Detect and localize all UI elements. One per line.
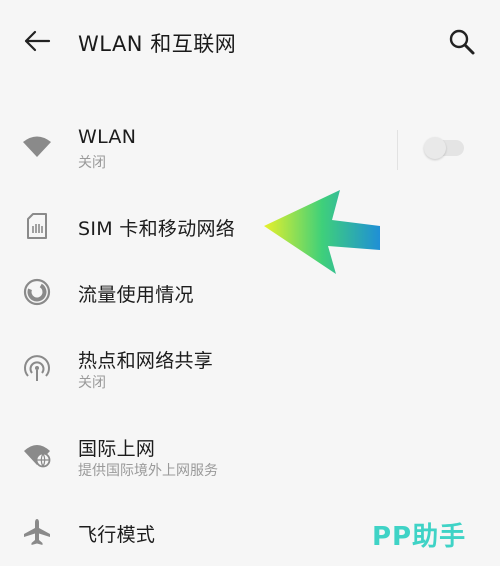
arrow-left-icon	[24, 30, 51, 52]
setting-subtitle: 关闭	[78, 155, 106, 171]
setting-row-sim[interactable]: SIM 卡和移动网络	[0, 200, 500, 252]
setting-row-international[interactable]: 国际上网 提供国际境外上网服务	[0, 426, 500, 486]
sim-card-icon	[18, 207, 56, 245]
back-button[interactable]	[18, 22, 56, 60]
wifi-icon	[18, 128, 56, 166]
setting-title: 国际上网	[78, 438, 156, 460]
search-icon	[449, 29, 475, 55]
setting-title: 飞行模式	[78, 524, 156, 546]
setting-title: 流量使用情况	[78, 284, 194, 306]
hotspot-icon	[18, 350, 56, 388]
search-button[interactable]	[442, 22, 482, 62]
globe-wifi-icon	[18, 436, 56, 474]
data-usage-icon	[18, 273, 56, 311]
setting-title: WLAN	[78, 126, 137, 148]
page-title: WLAN 和互联网	[78, 32, 237, 56]
annotation-arrow	[264, 190, 380, 274]
watermark-logo: PP助手	[372, 522, 467, 552]
setting-subtitle: 关闭	[78, 375, 106, 391]
toggle-knob	[424, 137, 446, 159]
wlan-toggle[interactable]	[424, 137, 466, 159]
setting-subtitle: 提供国际境外上网服务	[78, 463, 218, 479]
app-bar: WLAN 和互联网	[0, 0, 500, 84]
divider	[397, 130, 398, 170]
setting-row-data-usage[interactable]: 流量使用情况	[0, 266, 500, 318]
setting-row-hotspot[interactable]: 热点和网络共享 关闭	[0, 338, 500, 398]
setting-title: 热点和网络共享	[78, 350, 214, 372]
setting-title: SIM 卡和移动网络	[78, 218, 236, 240]
airplane-icon	[18, 513, 56, 551]
